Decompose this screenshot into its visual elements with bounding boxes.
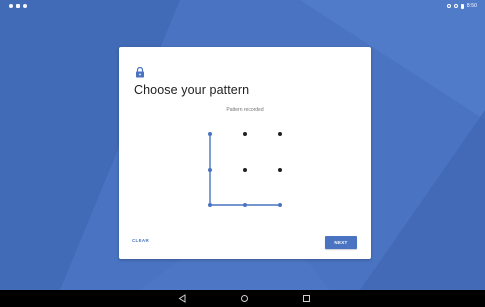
notification-icons	[9, 4, 27, 8]
navigation-bar	[0, 290, 485, 307]
pattern-dot-1[interactable]	[208, 132, 212, 136]
pattern-dialog: Choose your pattern Pattern recorded CLE…	[119, 47, 371, 259]
notification-dot-icon	[9, 4, 13, 8]
bluetooth-icon	[446, 4, 451, 8]
pattern-dot-6[interactable]	[278, 168, 282, 172]
battery-icon	[460, 3, 464, 9]
system-icons: 8:50	[446, 3, 477, 9]
pattern-dot-4[interactable]	[208, 168, 212, 172]
pattern-grid[interactable]	[119, 47, 371, 259]
status-bar: 8:50	[0, 0, 485, 14]
notification-square-icon	[16, 4, 20, 8]
pattern-dot-3[interactable]	[278, 132, 282, 136]
next-button[interactable]: NEXT	[325, 236, 357, 249]
pattern-dot-9[interactable]	[278, 203, 282, 207]
clear-button[interactable]: CLEAR	[132, 238, 149, 243]
pattern-dot-5[interactable]	[243, 168, 247, 172]
pattern-dot-2[interactable]	[243, 132, 247, 136]
lock-pattern-screen: 8:50 Choose your pattern Pattern recorde…	[0, 0, 485, 307]
pattern-dot-7[interactable]	[208, 203, 212, 207]
home-circle-icon[interactable]	[240, 294, 249, 303]
clock: 8:50	[466, 3, 477, 9]
notification-dot-icon	[23, 4, 27, 8]
wifi-icon	[453, 4, 458, 8]
pattern-dot-8[interactable]	[243, 203, 247, 207]
recents-square-icon[interactable]	[302, 294, 311, 303]
back-triangle-icon[interactable]	[178, 294, 187, 303]
